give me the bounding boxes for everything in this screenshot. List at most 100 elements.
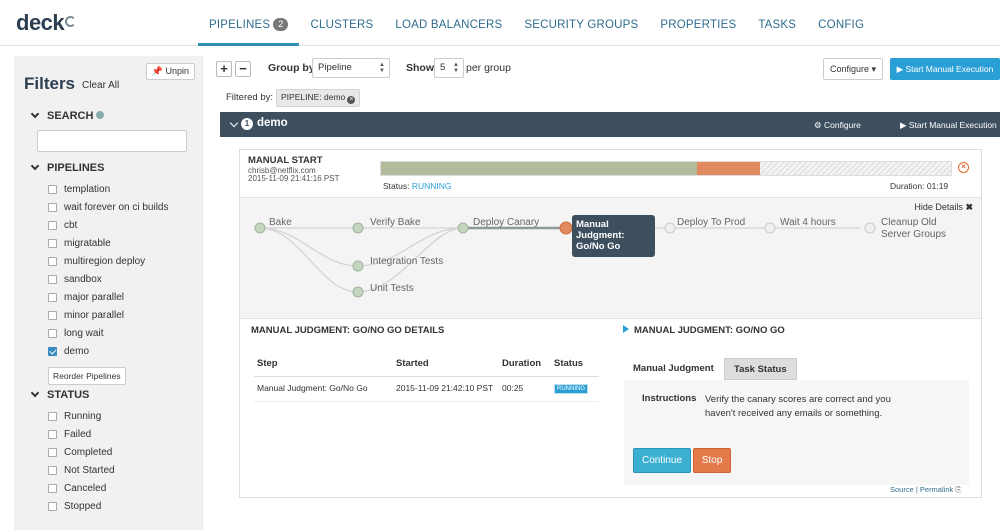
status-filter-running[interactable]: Running — [48, 409, 101, 423]
filter-label: long wait — [64, 328, 104, 340]
pipeline-filter-major-parallel[interactable]: major parallel — [48, 291, 124, 305]
pipeline-graph: Bake Verify Bake Deploy Canary Integrati… — [240, 197, 981, 319]
checkbox[interactable] — [48, 411, 57, 421]
status-filter-not-started[interactable]: Not Started — [48, 463, 115, 477]
stage-label-deploy-prod[interactable]: Deploy To Prod — [677, 217, 745, 229]
pipeline-filter-sandbox[interactable]: sandbox — [48, 273, 102, 287]
pipeline-filter-templation[interactable]: templation — [48, 182, 110, 196]
expand-all-button[interactable]: + — [216, 61, 232, 77]
checkbox[interactable] — [48, 275, 57, 284]
group-start-manual-link[interactable]: ▶ Start Manual Execution — [900, 120, 997, 131]
checkbox[interactable] — [48, 184, 57, 194]
pipeline-filter-cbt[interactable]: cbt — [48, 218, 77, 232]
refresh-icon[interactable] — [65, 16, 76, 27]
clear-all-link[interactable]: Clear All — [82, 80, 119, 91]
source-link[interactable]: Source — [890, 485, 914, 494]
continue-button[interactable]: Continue — [633, 448, 691, 473]
pipeline-filter-migratable[interactable]: migratable — [48, 236, 111, 250]
source-permalink-links[interactable]: Source | Permalink ⎘ — [890, 485, 961, 495]
collapse-all-button[interactable]: − — [235, 61, 251, 77]
copy-icon[interactable]: ⎘ — [955, 485, 961, 494]
checkbox[interactable] — [48, 447, 57, 457]
stage-node-bake[interactable] — [254, 222, 266, 234]
tab-manual-judgment[interactable]: Manual Judgment — [624, 358, 723, 380]
pipeline-group-header[interactable]: 1 demo ⚙ Configure ▶ Start Manual Execut… — [220, 112, 1000, 137]
checkbox[interactable] — [48, 465, 57, 475]
checkbox[interactable] — [48, 293, 57, 303]
stage-label-bake[interactable]: Bake — [269, 217, 292, 229]
stage-node-unit-tests[interactable] — [352, 286, 364, 298]
nav-tasks[interactable]: TASKS — [747, 0, 807, 46]
pipeline-filter-wait-forever-on-ci-builds[interactable]: wait forever on ci builds — [48, 200, 169, 214]
stage-label-deploy-canary[interactable]: Deploy Canary — [473, 217, 539, 229]
judgment-panel-title[interactable]: MANUAL JUDGMENT: GO/NO GO — [623, 325, 785, 336]
reorder-pipelines-button[interactable]: Reorder Pipelines — [48, 367, 126, 385]
pipeline-filter-demo[interactable]: demo — [48, 345, 89, 359]
checkbox[interactable] — [48, 429, 57, 439]
pipeline-filter-multiregion-deploy[interactable]: multiregion deploy — [48, 254, 145, 268]
stage-label-unit-tests[interactable]: Unit Tests — [370, 283, 414, 295]
permalink-link[interactable]: Permalink — [920, 485, 953, 494]
status-filter-failed[interactable]: Failed — [48, 427, 91, 441]
stage-node-wait[interactable] — [764, 222, 776, 234]
checkbox[interactable] — [48, 502, 57, 511]
stage-node-manual-judgment[interactable] — [559, 221, 573, 235]
row-started: 2015-11-09 21:42:10 PST — [396, 383, 494, 393]
nav-config[interactable]: CONFIG — [807, 0, 875, 46]
remove-filter-icon[interactable]: × — [347, 96, 356, 104]
stage-node-integration-tests[interactable] — [352, 260, 364, 272]
stop-button[interactable]: Stop — [693, 448, 731, 473]
filter-label: Not Started — [64, 464, 115, 476]
nav-pipelines[interactable]: PIPELINES 2 — [198, 0, 300, 46]
checkbox[interactable] — [48, 311, 57, 321]
row-step[interactable]: Manual Judgment: Go/No Go — [257, 383, 368, 393]
pipeline-filter-minor-parallel[interactable]: minor parallel — [48, 309, 124, 323]
status-filter-stopped[interactable]: Stopped — [48, 500, 101, 514]
filter-label: multiregion deploy — [64, 255, 146, 267]
stage-node-deploy-prod[interactable] — [664, 222, 676, 234]
group-count-badge: 1 — [241, 118, 253, 130]
search-section-toggle[interactable]: SEARCH — [30, 109, 105, 122]
stage-node-deploy-canary[interactable] — [457, 222, 469, 234]
nav-security-groups[interactable]: SECURITY GROUPS — [513, 0, 649, 46]
group-by-select[interactable]: Pipeline ▲ ▼ — [312, 58, 390, 78]
nav-clusters[interactable]: CLUSTERS — [299, 0, 384, 46]
stage-node-verify-bake[interactable] — [352, 222, 364, 234]
app-logo[interactable]: deck — [16, 10, 65, 36]
search-input[interactable] — [37, 130, 187, 152]
start-manual-execution-button[interactable]: ▶ Start Manual Execution — [890, 58, 1000, 80]
info-icon — [96, 111, 105, 119]
status-filter-canceled[interactable]: Canceled — [48, 481, 106, 495]
checkbox[interactable] — [48, 220, 57, 230]
checkbox[interactable] — [48, 329, 57, 339]
stage-label-cleanup[interactable]: Cleanup Old Server Groups — [881, 217, 951, 241]
status-filter-completed[interactable]: Completed — [48, 445, 112, 459]
checkbox[interactable] — [48, 483, 57, 493]
stage-label-wait[interactable]: Wait 4 hours — [780, 217, 836, 229]
hide-details-link[interactable]: Hide Details ✖ — [914, 202, 973, 213]
checkbox[interactable] — [48, 256, 57, 266]
status-section-toggle[interactable]: STATUS — [30, 388, 89, 401]
chevron-down-icon[interactable] — [229, 118, 239, 128]
pipelines-section-toggle[interactable]: PIPELINES — [30, 161, 104, 174]
cancel-execution-icon[interactable]: × — [958, 162, 969, 173]
stage-node-cleanup[interactable] — [864, 222, 876, 234]
checkbox[interactable] — [48, 347, 57, 357]
execution-progress-bar[interactable] — [380, 161, 952, 176]
stage-label-verify-bake[interactable]: Verify Bake — [370, 217, 421, 229]
configure-button[interactable]: Configure ▾ — [823, 58, 883, 80]
details-title: MANUAL JUDGMENT: GO/NO GO DETAILS — [251, 325, 445, 336]
nav-properties[interactable]: PROPERTIES — [649, 0, 747, 46]
checkbox[interactable] — [48, 202, 57, 212]
instructions-label: Instructions — [642, 393, 697, 404]
stage-label-integration-tests[interactable]: Integration Tests — [370, 256, 443, 268]
group-configure-link[interactable]: ⚙ Configure — [814, 120, 861, 131]
nav-load-balancers[interactable]: LOAD BALANCERS — [384, 0, 513, 46]
group-by-label: Group by — [268, 62, 315, 74]
stage-label-manual-judgment[interactable]: Manual Judgment: Go/No Go — [572, 215, 655, 257]
show-count-select[interactable]: 5 ▲ ▼ — [434, 58, 464, 78]
tab-task-status[interactable]: Task Status — [724, 358, 797, 380]
unpin-button[interactable]: 📌 Unpin — [145, 63, 195, 80]
pipeline-filter-long-wait[interactable]: long wait — [48, 327, 103, 341]
checkbox[interactable] — [48, 238, 57, 248]
